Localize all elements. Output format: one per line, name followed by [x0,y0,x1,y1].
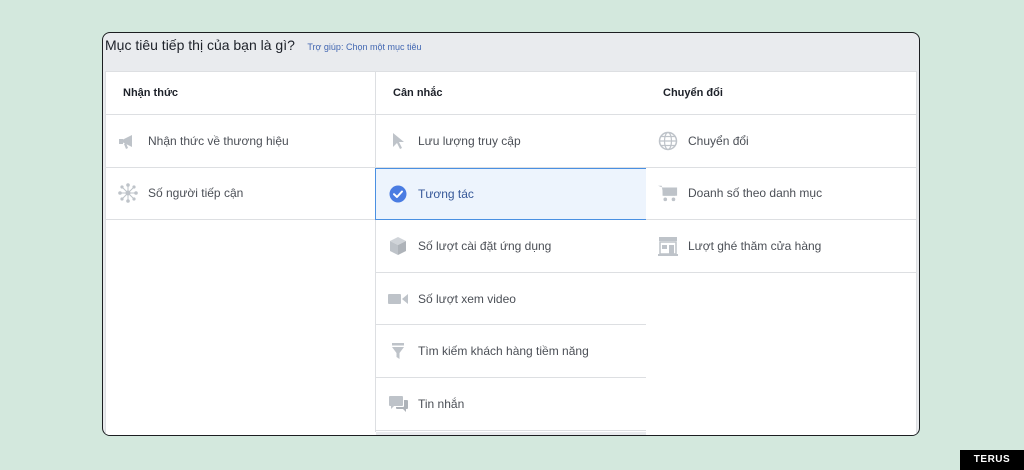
help-link[interactable]: Trợ giúp: Chọn một mục tiêu [307,42,421,52]
store-icon [658,236,678,256]
objective-messages[interactable]: Tin nhắn [376,378,646,431]
chat-bubbles-icon [388,394,408,414]
objective-grid: Nhận thức Nhận thức về thương hiệu Số ng… [105,71,917,435]
column-conversion: Chuyển đổi Chuyển đổi Doanh số theo danh… [646,71,917,435]
cursor-icon [388,131,408,151]
column-title-awareness: Nhận thức [106,72,376,115]
reach-icon [118,183,138,204]
check-circle-icon [388,184,408,204]
video-camera-icon [388,289,408,309]
objective-label: Tin nhắn [418,396,465,411]
funnel-icon [388,341,408,361]
objective-lead-generation[interactable]: Tìm kiếm khách hàng tiềm năng [376,325,646,378]
objective-label: Lưu lượng truy cập [418,133,521,148]
objective-reach[interactable]: Số người tiếp cận [106,168,376,221]
objective-store-visits[interactable]: Lượt ghé thăm cửa hàng [646,220,916,273]
objective-label: Số lượt xem video [418,291,516,306]
objective-conversions[interactable]: Chuyển đổi [646,115,916,168]
objective-video-views[interactable]: Số lượt xem video [376,273,646,326]
objective-label: Doanh số theo danh mục [688,186,823,201]
page-title: Mục tiêu tiếp thị của bạn là gì? [105,37,295,53]
objective-label: Tương tác [418,186,474,201]
column-consideration: Cân nhắc Lưu lượng truy cập Tương tác Số… [375,71,647,432]
megaphone-icon [118,131,138,151]
objective-label: Lượt ghé thăm cửa hàng [688,238,822,253]
objective-brand-awareness[interactable]: Nhận thức về thương hiệu [106,115,376,168]
objective-label: Số lượt cài đặt ứng dụng [418,238,552,253]
globe-icon [658,131,678,151]
column-awareness: Nhận thức Nhận thức về thương hiệu Số ng… [105,71,376,435]
objective-catalog-sales[interactable]: Doanh số theo danh mục [646,168,916,221]
objective-traffic[interactable]: Lưu lượng truy cập [376,115,646,168]
objective-label: Nhận thức về thương hiệu [148,133,289,148]
objective-label: Chuyển đổi [688,133,749,148]
box-icon [388,236,408,256]
objective-app-installs[interactable]: Số lượt cài đặt ứng dụng [376,220,646,273]
column-title-conversion: Chuyển đổi [646,72,916,115]
objective-heading: Mục tiêu tiếp thị của bạn là gì? Trợ giú… [105,37,421,55]
objective-panel: Mục tiêu tiếp thị của bạn là gì? Trợ giú… [102,32,920,436]
cart-icon [658,183,678,203]
objective-label: Số người tiếp cận [148,186,244,201]
column-title-consideration: Cân nhắc [376,72,646,115]
objective-label: Tìm kiếm khách hàng tiềm năng [418,344,589,359]
terus-logo: TERUS [960,450,1024,470]
objective-engagement[interactable]: Tương tác [375,167,647,221]
